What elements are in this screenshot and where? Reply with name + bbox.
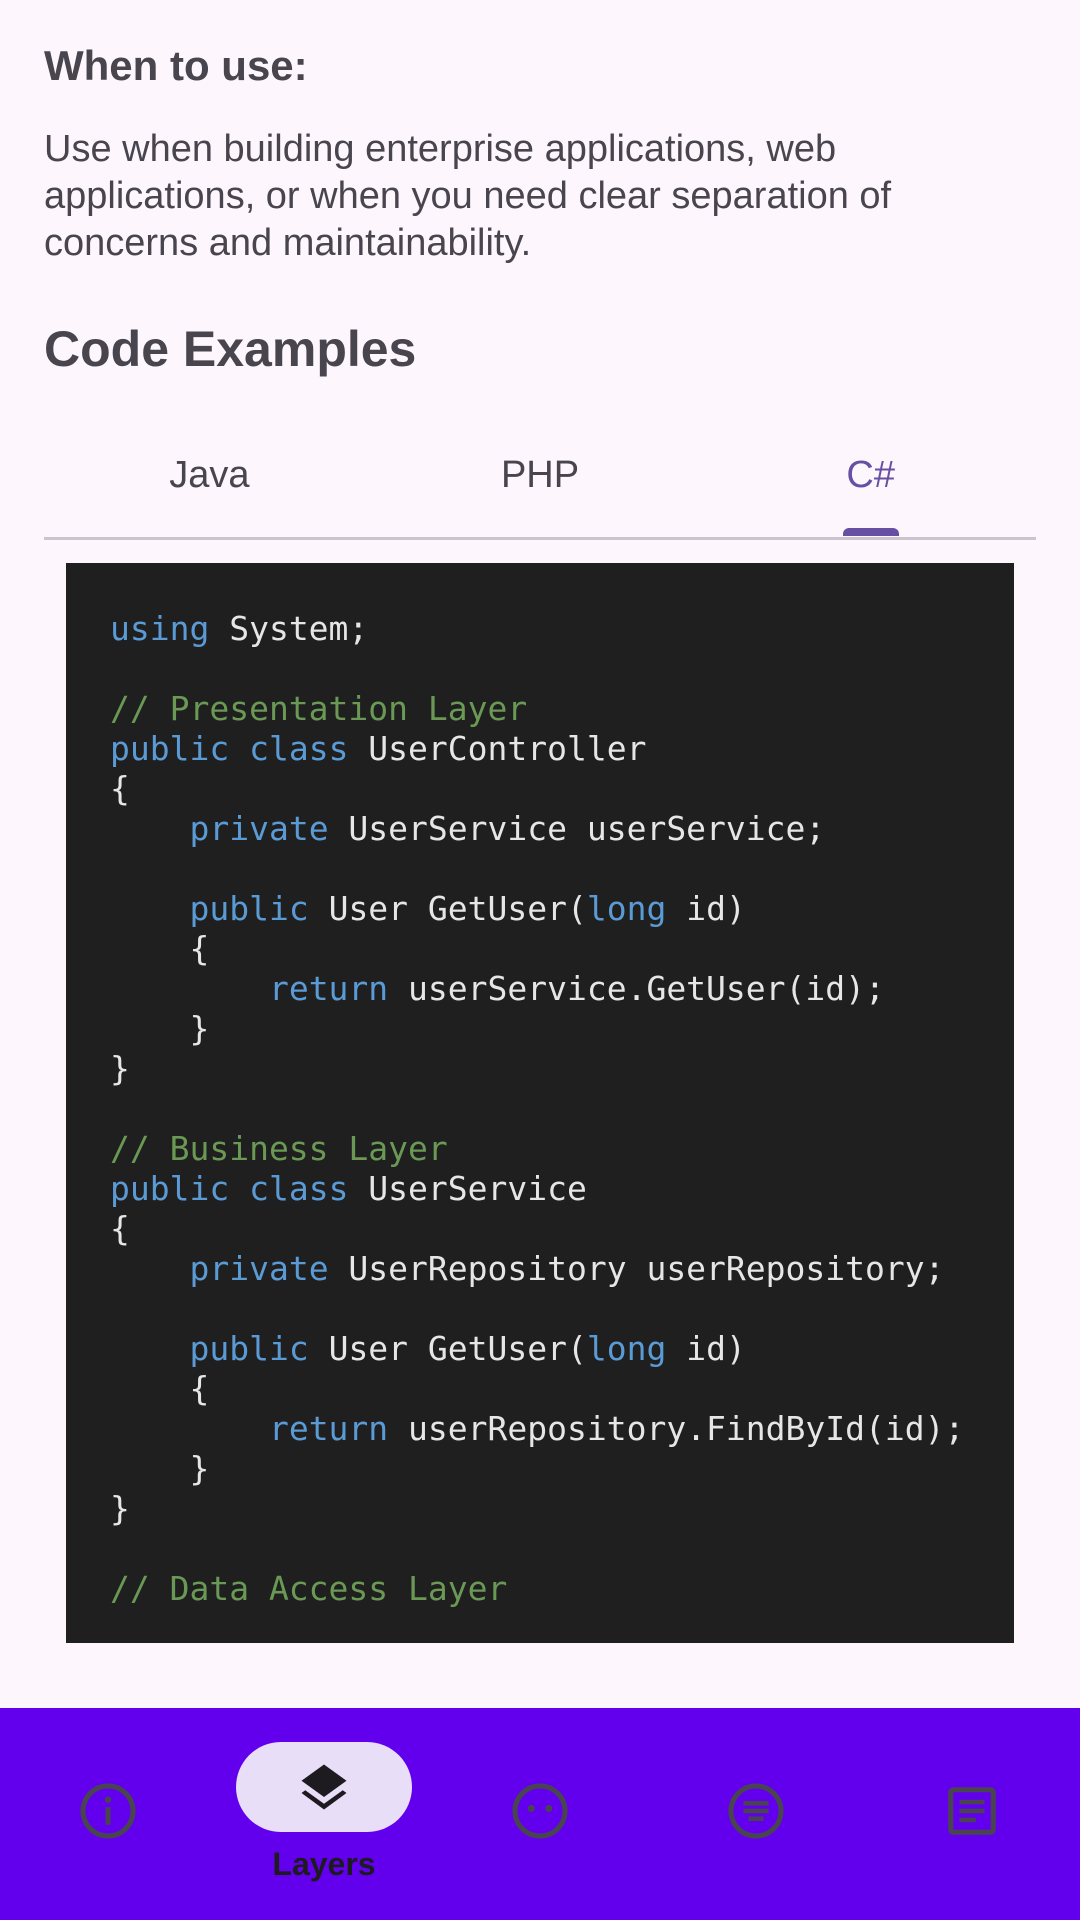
code-line: private UserRepository userRepository;: [110, 1249, 964, 1289]
code-comment: // Business Layer: [110, 1129, 448, 1168]
when-to-use-title: When to use:: [44, 42, 308, 89]
code-line: }: [110, 1489, 964, 1529]
code-keyword: public: [110, 1169, 230, 1208]
layers-icon: [301, 1764, 347, 1810]
code-line: public User GetUser(long id): [110, 1329, 964, 1369]
language-tabs: Java PHP C#: [44, 420, 1036, 540]
code-text: {: [110, 929, 210, 968]
code-line: // Business Layer: [110, 1129, 964, 1169]
code-line: }: [110, 1049, 964, 1089]
nav-icon-container: [20, 1766, 196, 1856]
list-circle-icon: [728, 1783, 784, 1839]
tab-label: PHP: [500, 453, 580, 496]
nav-item-article[interactable]: [864, 1708, 1080, 1920]
code-line: }: [110, 1009, 964, 1049]
code-line: // Data Access Layer: [110, 1569, 964, 1609]
code-text: UserController: [348, 729, 647, 768]
code-keyword: long: [586, 889, 667, 928]
code-comment: // Presentation Layer: [110, 689, 528, 728]
code-text: {: [110, 769, 130, 808]
code-keyword: class: [249, 729, 349, 768]
code-text: User GetUser(: [308, 889, 587, 928]
nav-icon-container: [668, 1766, 844, 1856]
code-keyword: private: [189, 809, 329, 848]
code-keyword: public: [110, 729, 230, 768]
code-line: {: [110, 1209, 964, 1249]
tab-label: C#: [846, 453, 895, 496]
code-text: UserService: [348, 1169, 587, 1208]
nav-item-list[interactable]: [648, 1708, 864, 1920]
bottom-navigation: Layers: [0, 1708, 1080, 1920]
code-line: {: [110, 769, 964, 809]
code-block[interactable]: using System; // Presentation Layer publi…: [66, 563, 1014, 1643]
code-line: {: [110, 929, 964, 969]
code-text: UserRepository userRepository;: [328, 1249, 945, 1288]
nav-icon-container: [884, 1766, 1060, 1856]
code-line: public class UserService: [110, 1169, 964, 1209]
code-text: {: [110, 1209, 130, 1248]
code-text: }: [110, 1489, 130, 1528]
nav-item-layers[interactable]: Layers: [216, 1708, 432, 1920]
nav-icon-container: [236, 1742, 412, 1832]
info-icon: [80, 1783, 136, 1839]
screen-content: When to use: Use when building enterpris…: [0, 0, 1080, 1708]
tab-active-indicator: [842, 528, 899, 536]
code-line: private UserService userService;: [110, 809, 964, 849]
code-content: using System; // Presentation Layer publi…: [110, 609, 964, 1609]
code-comment: // Data Access Layer: [110, 1569, 508, 1608]
code-keyword: using: [110, 609, 210, 648]
tab-java[interactable]: Java: [44, 420, 375, 530]
code-line: return userService.GetUser(id);: [110, 969, 964, 1009]
code-line: public User GetUser(long id): [110, 889, 964, 929]
article-icon: [948, 1787, 996, 1835]
code-text: UserService userService;: [328, 809, 826, 848]
nav-item-face[interactable]: [432, 1708, 648, 1920]
code-line: using System;: [110, 609, 964, 649]
code-line: }: [110, 1449, 964, 1489]
code-keyword: class: [249, 1169, 349, 1208]
tab-csharp[interactable]: C#: [705, 420, 1036, 536]
nav-label: Layers: [272, 1846, 376, 1882]
nav-item-info[interactable]: [0, 1708, 216, 1920]
code-examples-title: Code Examples: [44, 321, 417, 377]
code-keyword: long: [586, 1329, 667, 1368]
code-text: userRepository.FindById(id);: [388, 1409, 965, 1448]
code-keyword: return: [268, 969, 389, 1008]
code-text: System;: [209, 609, 369, 648]
tab-php[interactable]: PHP: [375, 420, 706, 530]
code-keyword: public: [189, 889, 309, 928]
code-line: public class UserController: [110, 729, 964, 769]
code-keyword: return: [268, 1409, 389, 1448]
code-text: id): [666, 889, 746, 928]
face-icon: [512, 1783, 568, 1839]
code-line: return userRepository.FindById(id);: [110, 1409, 964, 1449]
code-text: userService.GetUser(id);: [388, 969, 885, 1008]
code-keyword: private: [189, 1249, 329, 1288]
code-text: id): [666, 1329, 746, 1368]
code-text: User GetUser(: [308, 1329, 587, 1368]
tab-label: Java: [169, 453, 250, 496]
code-text: {: [110, 1369, 210, 1408]
code-line: // Presentation Layer: [110, 689, 964, 729]
code-line: {: [110, 1369, 964, 1409]
code-keyword: public: [189, 1329, 309, 1368]
code-text: }: [110, 1449, 210, 1488]
code-text: }: [110, 1049, 130, 1088]
when-to-use-body: Use when building enterprise application…: [44, 128, 892, 264]
nav-icon-container: [452, 1766, 628, 1856]
code-text: }: [110, 1009, 210, 1048]
